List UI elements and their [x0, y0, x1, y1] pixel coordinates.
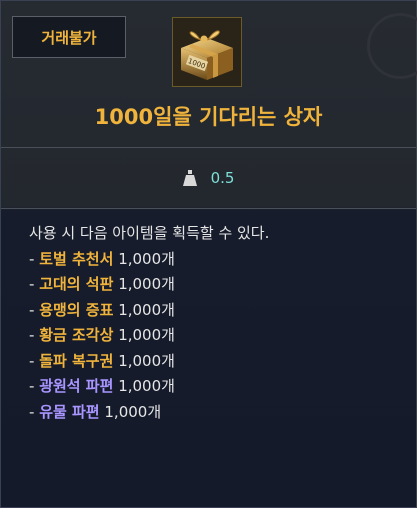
item-quantity: 1,000개: [113, 249, 175, 268]
item-name-relic-fragment: 유물 파편: [39, 402, 100, 421]
description-intro: 사용 시 다음 아이템을 획득할 수 있다.: [29, 224, 270, 242]
tooltip-header: 거래불가 1000 1000일을 기다리는 상자: [1, 1, 417, 148]
untradeable-badge: 거래불가: [12, 16, 126, 58]
item-name-valor-token: 용맹의 증표: [39, 300, 114, 319]
list-item: - 고대의 석판 1,000개: [29, 272, 416, 298]
background-ghost-circle: [367, 13, 417, 79]
list-item: - 황금 조각상 1,000개: [29, 323, 416, 349]
item-name-ancient-tablet: 고대의 석판: [39, 275, 114, 293]
item-quantity: 1,000개: [113, 326, 175, 344]
item-quantity: 1,000개: [113, 351, 175, 370]
gift-box-icon[interactable]: 1000: [172, 17, 242, 87]
description: 사용 시 다음 아이템을 획득할 수 있다. - 토벌 추천서 1,000개 -…: [1, 209, 416, 425]
list-item: - 돌파 복구권 1,000개: [29, 349, 416, 375]
list-dash: -: [29, 402, 40, 421]
item-name-ore-fragment: 광원석 파편: [39, 377, 114, 395]
list-item: - 토벌 추천서 1,000개: [29, 247, 416, 273]
list-item: - 유물 파편 1,000개: [29, 400, 416, 426]
item-quantity: 1,000개: [113, 377, 175, 395]
item-name-breakthrough-restore: 돌파 복구권: [39, 351, 114, 370]
list-dash: -: [29, 377, 40, 395]
weight-icon: [182, 170, 197, 186]
item-tooltip: 거래불가 1000 1000일을 기다리는 상자 0.5 사용 시 다음 아이템…: [0, 0, 417, 508]
weight-value: 0.5: [210, 169, 235, 187]
list-dash: -: [29, 326, 40, 344]
list-dash: -: [29, 300, 40, 319]
list-dash: -: [29, 249, 40, 268]
item-quantity: 1,000개: [113, 275, 175, 293]
item-name-hunting-recommendation: 토벌 추천서: [39, 249, 114, 268]
list-item: - 용맹의 증표 1,000개: [29, 298, 416, 324]
item-title: 1000일을 기다리는 상자: [94, 105, 323, 129]
item-quantity: 1,000개: [113, 300, 175, 319]
item-quantity: 1,000개: [99, 402, 162, 421]
item-name-golden-statue: 황금 조각상: [39, 326, 114, 344]
stats-row: 0.5: [1, 148, 416, 209]
list-item: - 광원석 파편 1,000개: [29, 374, 416, 400]
list-dash: -: [29, 275, 40, 293]
list-dash: -: [29, 351, 40, 370]
